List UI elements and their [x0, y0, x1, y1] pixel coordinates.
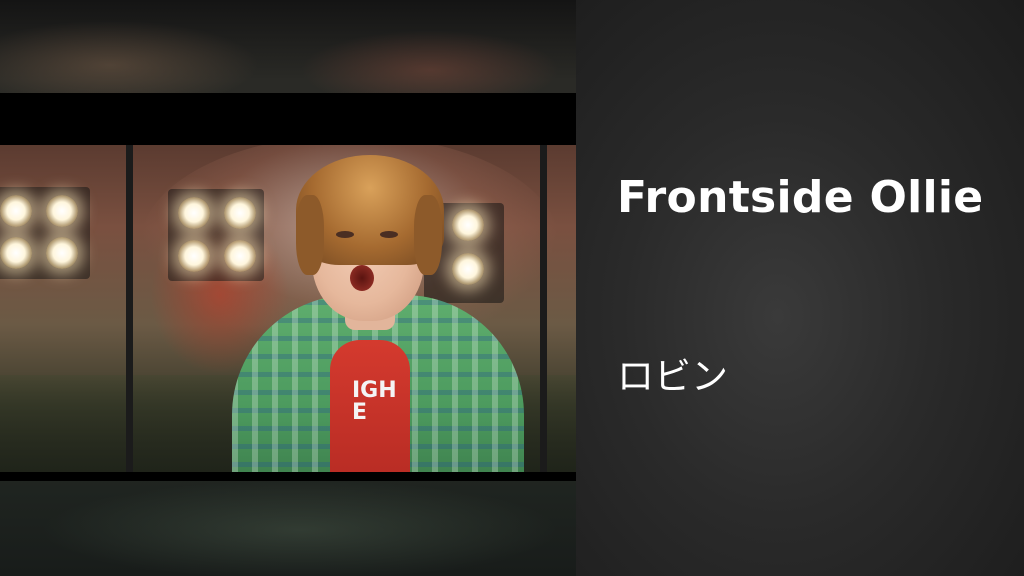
performer-mouth — [350, 265, 374, 291]
video-thumbnail[interactable]: IGH E — [0, 93, 576, 481]
tshirt-print: IGH E — [352, 378, 397, 425]
music-video-frame: IGH E — [0, 145, 576, 472]
track-info-panel — [576, 0, 1024, 576]
artist-name: ロビン — [617, 355, 728, 398]
song-title: Frontside Ollie — [617, 172, 984, 223]
